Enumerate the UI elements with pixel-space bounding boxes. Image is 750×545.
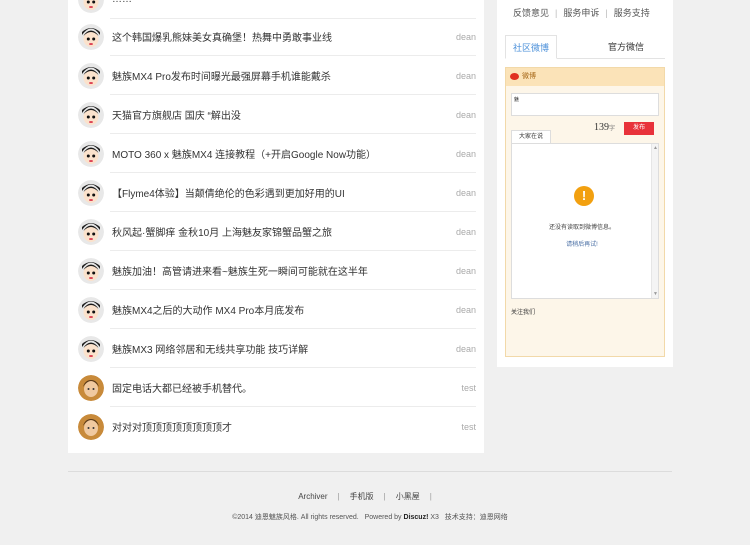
thread-author[interactable]: dean [456, 227, 476, 237]
thread-row[interactable]: MOTO 360 x 魅族MX4 连接教程（+开启Google Now功能） de… [68, 134, 484, 173]
tab-community-weibo[interactable]: 社区微博 [505, 35, 557, 59]
thread-row[interactable]: 固定电话大都已经被手机替代。 test [68, 368, 484, 407]
footer-nav: Archiver | 手机版 | 小黑屋 | [298, 492, 432, 501]
footer-divider [68, 471, 672, 472]
char-count-unit: 字 [609, 126, 616, 132]
thread-row[interactable]: 【Flyme4体验】当颠倩绝伦的色彩遇到更加好用的UI dean [68, 173, 484, 212]
weibo-feed: ! 还没有读取到微博信息。 请稍后再试! ▲ ▼ [511, 143, 659, 299]
warning-icon: ! [574, 186, 594, 206]
user-avatar[interactable] [78, 335, 104, 362]
powered-version: X3 [430, 514, 439, 521]
powered-brand[interactable]: Discuz! [404, 514, 429, 521]
weibo-widget: 微博 魅 139字 发布 大家在说 ! 还没有读取到微博信息。 请稍后再试! ▲… [505, 67, 665, 357]
link-support[interactable]: 服务支持 [614, 8, 650, 18]
copyright: ©2014 迪恩魅族风格. All rights reserved. Power… [0, 512, 740, 522]
scroll-up-arrow-icon[interactable]: ▲ [653, 145, 658, 151]
feed-tab-everyone[interactable]: 大家在说 [511, 130, 551, 143]
thread-row[interactable]: 秋风起·蟹脚痒 金秋10月 上海魅友家锦蟹品蟹之旅 dean [68, 212, 484, 251]
char-count-value: 139 [594, 122, 609, 133]
thread-title[interactable]: …… [112, 0, 132, 5]
copyright-text: ©2014 迪恩魅族风格. All rights reserved. [232, 514, 359, 521]
thread-title[interactable]: 秋风起·蟹脚痒 金秋10月 上海魅友家锦蟹品蟹之旅 [112, 224, 332, 239]
thread-row[interactable]: 魅族MX4之后的大动作 MX4 Pro本月底发布 dean [68, 290, 484, 329]
user-avatar[interactable] [78, 0, 104, 13]
feed-empty-message: 还没有读取到微博信息。 [548, 225, 615, 231]
send-button[interactable]: 发布 [624, 122, 654, 135]
thread-title[interactable]: 固定电话大都已经被手机替代。 [112, 380, 252, 395]
thread-title[interactable]: 这个韩国爆乳熊妹美女真确堡！热舞中勇敢事业线 [112, 29, 332, 44]
thread-author[interactable]: dean [456, 344, 476, 354]
thread-row[interactable]: 天猫官方旗舰店 国庆 “解出没 dean [68, 95, 484, 134]
thread-author[interactable]: dean [456, 71, 476, 81]
thread-author[interactable]: dean [456, 149, 476, 159]
link-feedback[interactable]: 反馈意见 [513, 8, 549, 18]
thread-author[interactable]: dean [456, 266, 476, 276]
thread-title[interactable]: 魅族MX3 网络邻居和无线共享功能 技巧详解 [112, 341, 308, 356]
weibo-logo-icon [510, 73, 519, 80]
thread-title[interactable]: 【Flyme4体验】当颠倩绝伦的色彩遇到更加好用的UI [112, 185, 345, 200]
thread-author[interactable]: dean [456, 305, 476, 315]
thread-row[interactable]: 魅族MX3 网络邻居和无线共享功能 技巧详解 dean [68, 329, 484, 368]
thread-author[interactable]: dean [456, 110, 476, 120]
feed-retry-link[interactable]: 请稍后再试! [512, 239, 652, 248]
user-avatar[interactable] [78, 101, 104, 128]
follow-us-label[interactable]: 关注我们 [511, 307, 535, 316]
user-avatar[interactable] [78, 179, 104, 206]
thread-list: ……这个韩国爆乳熊妹美女真确堡！热舞中勇敢事业线dean魅族MX4 Pro发布时… [68, 0, 484, 453]
user-avatar[interactable] [78, 62, 104, 89]
thread-row[interactable]: 魅族MX4 Pro发布时间曝光最强屏幕手机谁能戴杀 dean [68, 56, 484, 95]
thread-author[interactable]: dean [456, 188, 476, 198]
footer-link-blackroom[interactable]: 小黑屋 [396, 492, 420, 501]
user-avatar[interactable] [78, 140, 104, 167]
thread-row[interactable]: 这个韩国爆乳熊妹美女真确堡！热舞中勇敢事业线 dean [68, 17, 484, 56]
sidebar-tabs: 社区微博 官方微信 [505, 35, 665, 59]
user-avatar[interactable] [78, 257, 104, 284]
tech-support[interactable]: 技术支持：迪恩网络 [445, 514, 508, 521]
footer-link-archiver[interactable]: Archiver [298, 492, 327, 501]
user-avatar[interactable] [78, 23, 104, 50]
thread-author[interactable]: dean [456, 32, 476, 42]
thread-title[interactable]: MOTO 360 x 魅族MX4 连接教程（+开启Google Now功能） [112, 146, 376, 161]
user-avatar[interactable] [78, 218, 104, 245]
thread-title[interactable]: 对对对顶顶顶顶顶顶顶顶才 [112, 419, 232, 434]
weibo-header-label: 微博 [522, 73, 536, 80]
powered-label: Powered by [364, 514, 402, 521]
thread-title[interactable]: 魅族MX4之后的大动作 MX4 Pro本月底发布 [112, 302, 304, 317]
footer-link-mobile[interactable]: 手机版 [350, 492, 374, 501]
thread-title[interactable]: 魅族MX4 Pro发布时间曝光最强屏幕手机谁能戴杀 [112, 68, 331, 83]
thread-row[interactable]: 魅族加油！高管请进来看~魅族生死一瞬间可能就在这半年 dean [68, 251, 484, 290]
weibo-header: 微博 [506, 68, 664, 86]
weibo-compose-input[interactable]: 魅 [511, 93, 659, 116]
user-avatar[interactable] [78, 413, 104, 440]
thread-row[interactable]: 对对对顶顶顶顶顶顶顶顶才 test [68, 407, 484, 446]
tab-official-wechat[interactable]: 官方微信 [600, 35, 652, 59]
user-avatar[interactable] [78, 296, 104, 323]
sidebar: 反馈意见 | 服务申诉 | 服务支持 社区微博 官方微信 微博 魅 139字 发布 大家… [497, 0, 673, 367]
thread-title[interactable]: 天猫官方旗舰店 国庆 “解出没 [112, 107, 241, 122]
link-appeal[interactable]: 服务申诉 [563, 8, 599, 18]
sidebar-top-links: 反馈意见 | 服务申诉 | 服务支持 [513, 8, 650, 18]
user-avatar[interactable] [78, 374, 104, 401]
char-count: 139字 [594, 122, 615, 133]
thread-author[interactable]: test [461, 383, 476, 393]
thread-author[interactable]: test [461, 422, 476, 432]
thread-title[interactable]: 魅族加油！高管请进来看~魅族生死一瞬间可能就在这半年 [112, 263, 368, 278]
scroll-down-arrow-icon[interactable]: ▼ [653, 291, 658, 297]
feed-scrollbar[interactable]: ▲ ▼ [651, 144, 658, 298]
